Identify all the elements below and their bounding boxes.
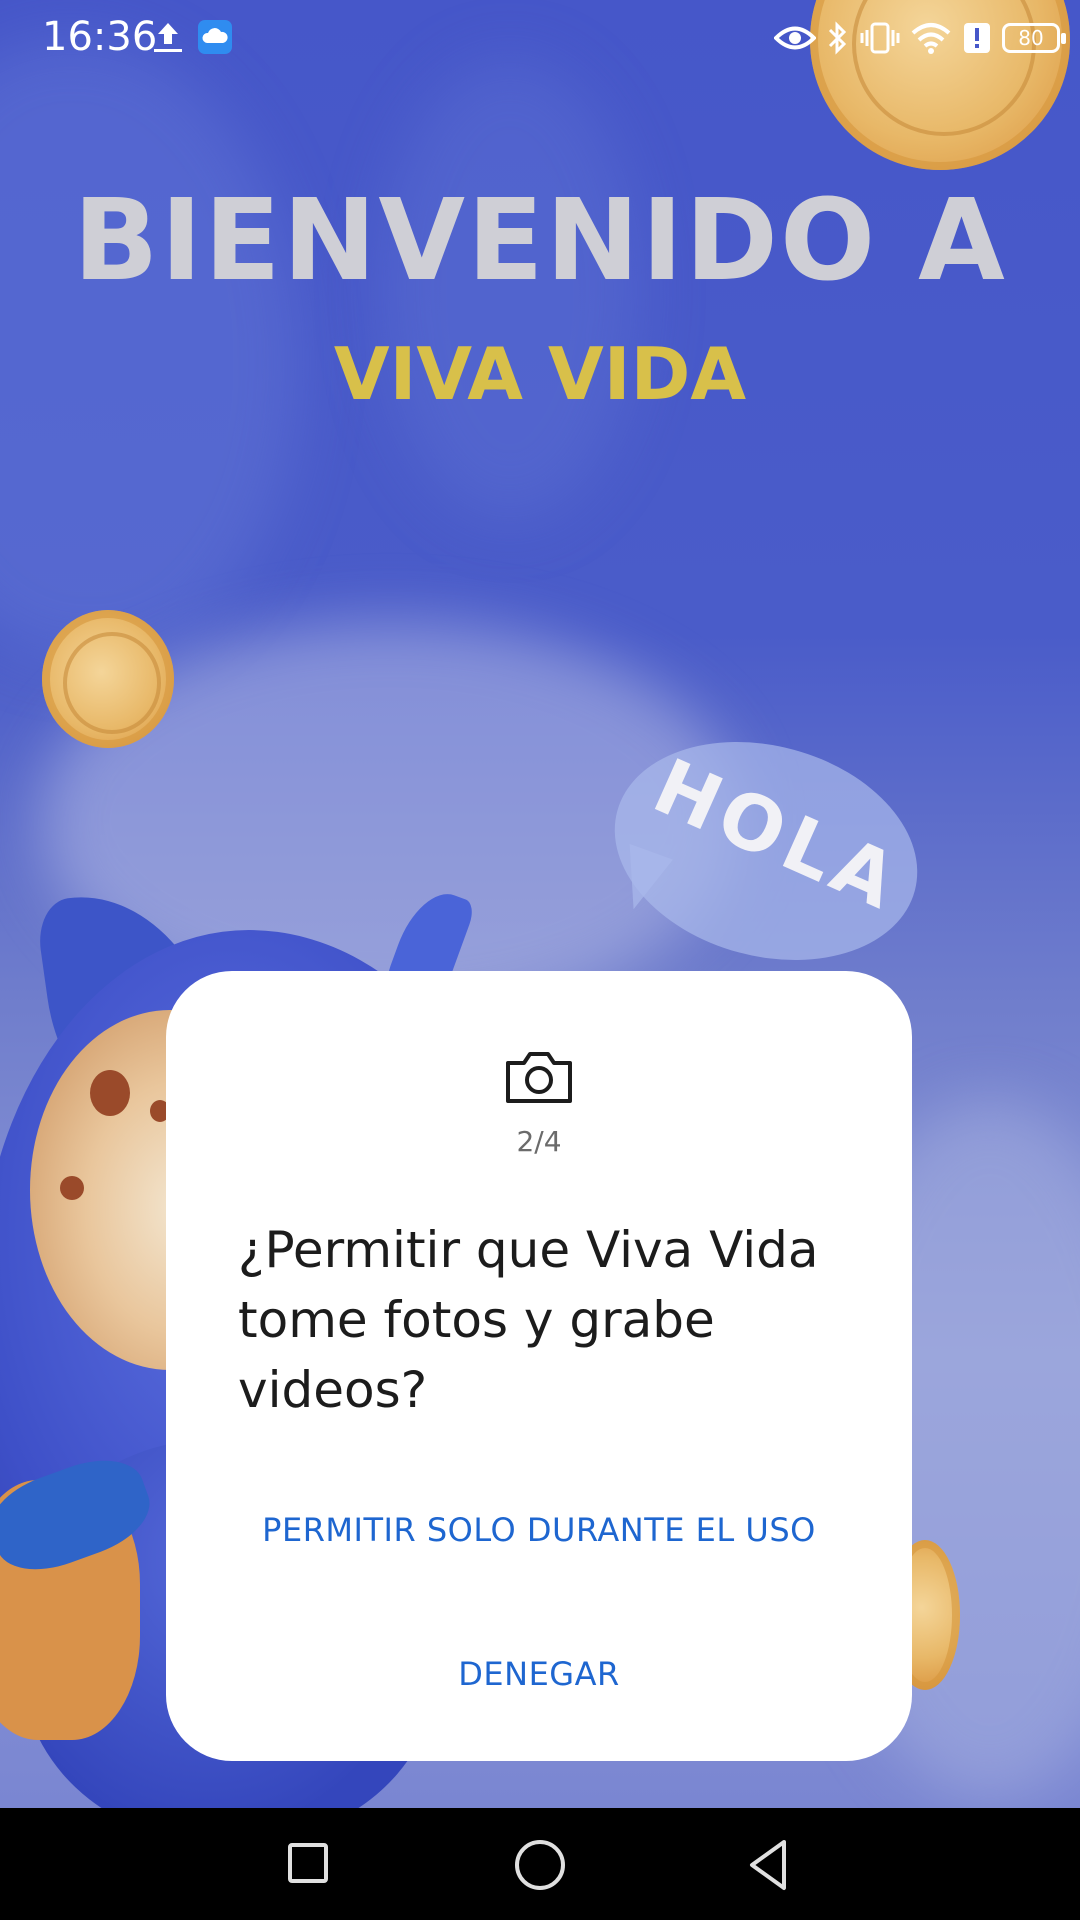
deny-button[interactable]: DENEGAR	[166, 1655, 912, 1693]
wifi-icon	[911, 23, 951, 54]
permission-dialog: 2/4 ¿Permitir que Viva Vida tome fotos y…	[166, 971, 912, 1761]
battery-icon: 80	[1002, 23, 1066, 53]
welcome-title: BIENVENIDO A	[73, 176, 1007, 306]
status-bar: 16:36 80	[0, 0, 1080, 74]
permission-question: ¿Permitir que Viva Vida tome fotos y gra…	[238, 1221, 819, 1419]
mascot-spot	[60, 1176, 84, 1200]
camera-icon	[506, 1052, 572, 1103]
eye-icon	[774, 26, 816, 50]
allow-while-using-button[interactable]: PERMITIR SOLO DURANTE EL USO	[166, 1511, 912, 1549]
coin-left	[42, 610, 174, 748]
cloud-icon	[198, 20, 232, 54]
mascot-spot	[90, 1070, 130, 1116]
recents-button[interactable]	[288, 1843, 328, 1883]
bluetooth-icon	[828, 21, 847, 55]
permission-step-counter: 2/4	[516, 1125, 562, 1158]
vibrate-icon	[860, 22, 900, 54]
upload-icon	[154, 23, 182, 52]
alert-icon	[964, 23, 990, 53]
status-time: 16:36	[42, 14, 158, 60]
home-button[interactable]	[515, 1840, 565, 1890]
app-name-title: VIVA VIDA	[333, 332, 747, 416]
navigation-bar	[0, 1808, 1080, 1920]
back-button[interactable]	[744, 1838, 794, 1892]
app-background: BIENVENIDO A VIVA VIDA HOLA 16:36 80 2/4…	[0, 0, 1080, 1808]
